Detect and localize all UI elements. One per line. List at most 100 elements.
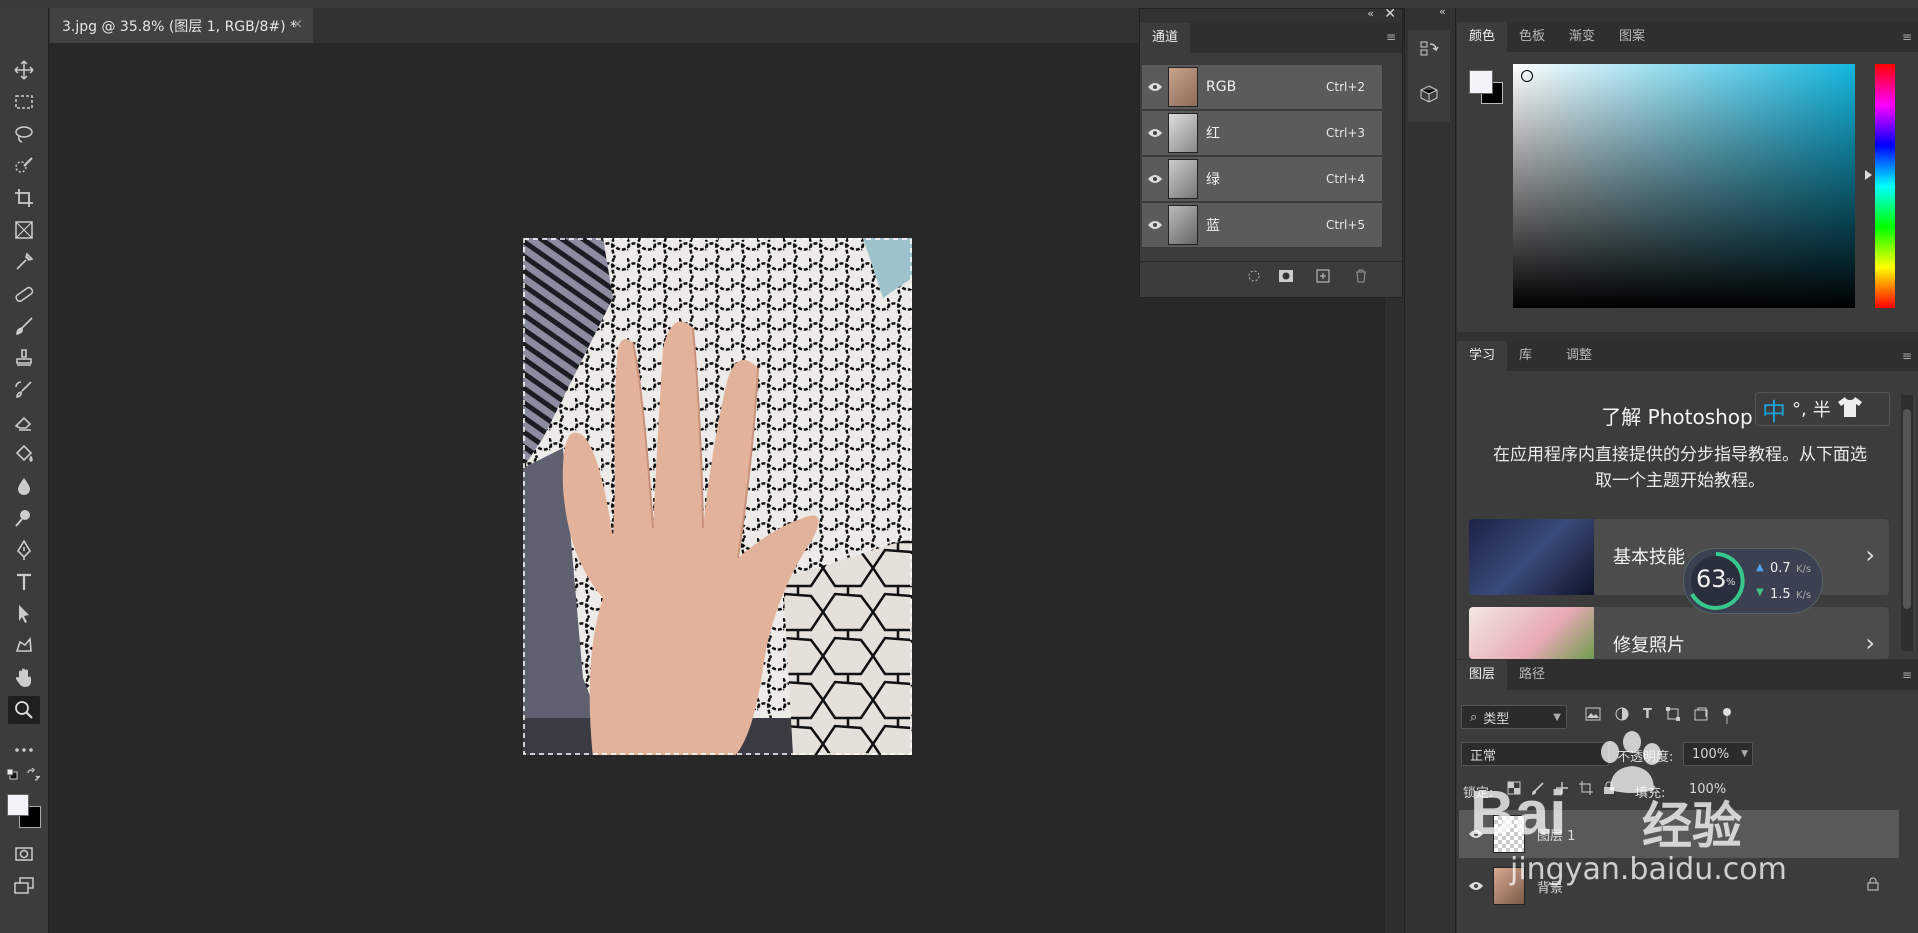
- visibility-eye-icon[interactable]: [1142, 128, 1168, 138]
- panel-menu-icon[interactable]: ≡: [1902, 668, 1912, 682]
- tutorial-card-basics[interactable]: 基本技能 ›: [1469, 519, 1889, 595]
- tab-paths[interactable]: 路径: [1507, 660, 1557, 690]
- new-channel-icon[interactable]: [1316, 269, 1330, 287]
- expand-dock-icon[interactable]: «: [1439, 5, 1446, 18]
- ime-punctuation[interactable]: °,: [1792, 399, 1807, 420]
- tab-libraries[interactable]: 库: [1507, 341, 1544, 371]
- properties-panel-icon[interactable]: [1418, 84, 1440, 110]
- panel-menu-icon[interactable]: ≡: [1902, 349, 1912, 363]
- filter-toggle-icon[interactable]: [1722, 707, 1732, 729]
- visibility-eye-icon[interactable]: [1459, 881, 1493, 891]
- brush-tool-icon[interactable]: [8, 312, 40, 340]
- channel-row-red[interactable]: 红 Ctrl+3: [1142, 111, 1382, 156]
- screen-mode-icon[interactable]: [8, 872, 40, 900]
- tab-adjustments[interactable]: 调整: [1544, 341, 1604, 371]
- opacity-value: 100%: [1692, 746, 1730, 762]
- layer-row-background[interactable]: 背景: [1459, 862, 1899, 910]
- custom-shape-tool-icon[interactable]: [8, 632, 40, 660]
- visibility-eye-icon[interactable]: [1142, 220, 1168, 230]
- pixel-layer-filter-icon[interactable]: [1585, 707, 1601, 729]
- saturation-brightness-field[interactable]: [1513, 64, 1855, 308]
- marquee-tool-icon[interactable]: [8, 88, 40, 116]
- history-brush-tool-icon[interactable]: [8, 376, 40, 404]
- default-colors-icon[interactable]: [6, 768, 18, 780]
- hue-slider-handle[interactable]: [1865, 170, 1872, 180]
- visibility-eye-icon[interactable]: [1142, 82, 1168, 92]
- document-image[interactable]: [523, 238, 912, 755]
- ime-skin-icon[interactable]: [1837, 396, 1863, 422]
- close-panel-icon[interactable]: ✕: [1384, 6, 1396, 22]
- collapse-panel-icon[interactable]: «: [1367, 7, 1374, 20]
- learn-scrollbar[interactable]: [1901, 395, 1913, 651]
- opacity-input[interactable]: 100% ▼: [1683, 742, 1753, 766]
- tab-channels[interactable]: 通道: [1140, 23, 1191, 53]
- adjustment-layer-filter-icon[interactable]: [1615, 707, 1629, 729]
- ime-width[interactable]: 半: [1813, 396, 1831, 422]
- eraser-tool-icon[interactable]: [8, 408, 40, 436]
- channel-thumbnail: [1168, 113, 1198, 153]
- download-arrow-icon: ▼: [1756, 587, 1764, 598]
- close-tab-icon[interactable]: ×: [292, 17, 303, 32]
- channels-panel: « ✕ 通道 ≡ RGB Ctrl+2 红 Ctrl+3 绿 Ctrl+4 蓝 …: [1139, 6, 1403, 298]
- stamp-tool-icon[interactable]: [8, 344, 40, 372]
- history-panel-icon[interactable]: [1418, 38, 1440, 64]
- quick-selection-tool-icon[interactable]: [8, 152, 40, 180]
- network-speed-widget[interactable]: 63 % ▲ 0.7 K/s ▼ 1.5 K/s: [1683, 548, 1823, 614]
- swap-colors-icon[interactable]: [26, 767, 41, 782]
- load-channel-selection-icon[interactable]: [1247, 269, 1261, 287]
- tab-patterns[interactable]: 图案: [1607, 22, 1657, 52]
- channel-row-rgb[interactable]: RGB Ctrl+2: [1142, 65, 1382, 110]
- tab-gradients[interactable]: 渐变: [1557, 22, 1607, 52]
- lock-pixels-icon[interactable]: [1531, 781, 1545, 799]
- foreground-background-swatch[interactable]: [7, 794, 43, 830]
- save-selection-channel-icon[interactable]: [1278, 269, 1294, 287]
- top-strip: [0, 0, 1918, 8]
- zoom-tool-icon[interactable]: [8, 696, 40, 724]
- ime-toolbar[interactable]: 中 °, 半: [1755, 392, 1890, 426]
- shape-layer-filter-icon[interactable]: [1665, 707, 1680, 729]
- hand-tool-icon[interactable]: [8, 664, 40, 692]
- visibility-eye-icon[interactable]: [1459, 829, 1493, 839]
- paint-bucket-tool-icon[interactable]: [8, 440, 40, 468]
- document-tab[interactable]: 3.jpg @ 35.8% (图层 1, RGB/8#) * ×: [50, 8, 313, 43]
- tab-color[interactable]: 颜色: [1457, 22, 1508, 52]
- path-selection-tool-icon[interactable]: [8, 600, 40, 628]
- delete-channel-icon[interactable]: [1354, 269, 1368, 287]
- lock-artboard-icon[interactable]: [1579, 781, 1593, 799]
- channel-shortcut: Ctrl+3: [1326, 126, 1366, 140]
- lock-position-icon[interactable]: [1555, 781, 1569, 799]
- channel-row-blue[interactable]: 蓝 Ctrl+5: [1142, 203, 1382, 248]
- pen-tool-icon[interactable]: [8, 536, 40, 564]
- type-tool-icon[interactable]: [8, 568, 40, 596]
- more-tools-icon[interactable]: [8, 736, 40, 764]
- eyedropper-tool-icon[interactable]: [8, 248, 40, 276]
- blend-mode-select[interactable]: 正常: [1461, 742, 1609, 766]
- quick-mask-icon[interactable]: [8, 840, 40, 868]
- visibility-eye-icon[interactable]: [1142, 174, 1168, 184]
- panel-menu-icon[interactable]: ≡: [1902, 30, 1912, 44]
- type-layer-filter-icon[interactable]: T: [1643, 707, 1652, 729]
- frame-tool-icon[interactable]: [8, 216, 40, 244]
- channel-row-green[interactable]: 绿 Ctrl+4: [1142, 157, 1382, 202]
- dodge-tool-icon[interactable]: [8, 504, 40, 532]
- smart-object-filter-icon[interactable]: [1694, 707, 1708, 729]
- fg-bg-color-chips[interactable]: [1469, 70, 1505, 108]
- tab-learn[interactable]: 学习: [1457, 341, 1508, 371]
- panel-menu-icon[interactable]: ≡: [1386, 30, 1396, 44]
- blur-tool-icon[interactable]: [8, 472, 40, 500]
- tab-swatches[interactable]: 色板: [1507, 22, 1557, 52]
- ime-mode-indicator[interactable]: 中: [1762, 392, 1786, 427]
- move-tool-icon[interactable]: [8, 56, 40, 84]
- lock-all-icon[interactable]: [1603, 781, 1615, 799]
- channels-tab-strip: 通道 ≡: [1140, 23, 1402, 53]
- hue-slider[interactable]: [1875, 64, 1895, 308]
- crop-tool-icon[interactable]: [8, 184, 40, 212]
- tutorial-card-repair[interactable]: 修复照片 ›: [1469, 607, 1889, 659]
- layer-filter-kind-select[interactable]: ⌕ 类型 ▼: [1461, 705, 1567, 729]
- tab-layers[interactable]: 图层: [1457, 660, 1508, 690]
- fill-value[interactable]: 100%: [1689, 782, 1726, 797]
- lasso-tool-icon[interactable]: [8, 120, 40, 148]
- healing-brush-tool-icon[interactable]: [8, 280, 40, 308]
- lock-transparent-icon[interactable]: [1507, 781, 1521, 799]
- layer-row-layer1[interactable]: 图层 1: [1459, 810, 1899, 858]
